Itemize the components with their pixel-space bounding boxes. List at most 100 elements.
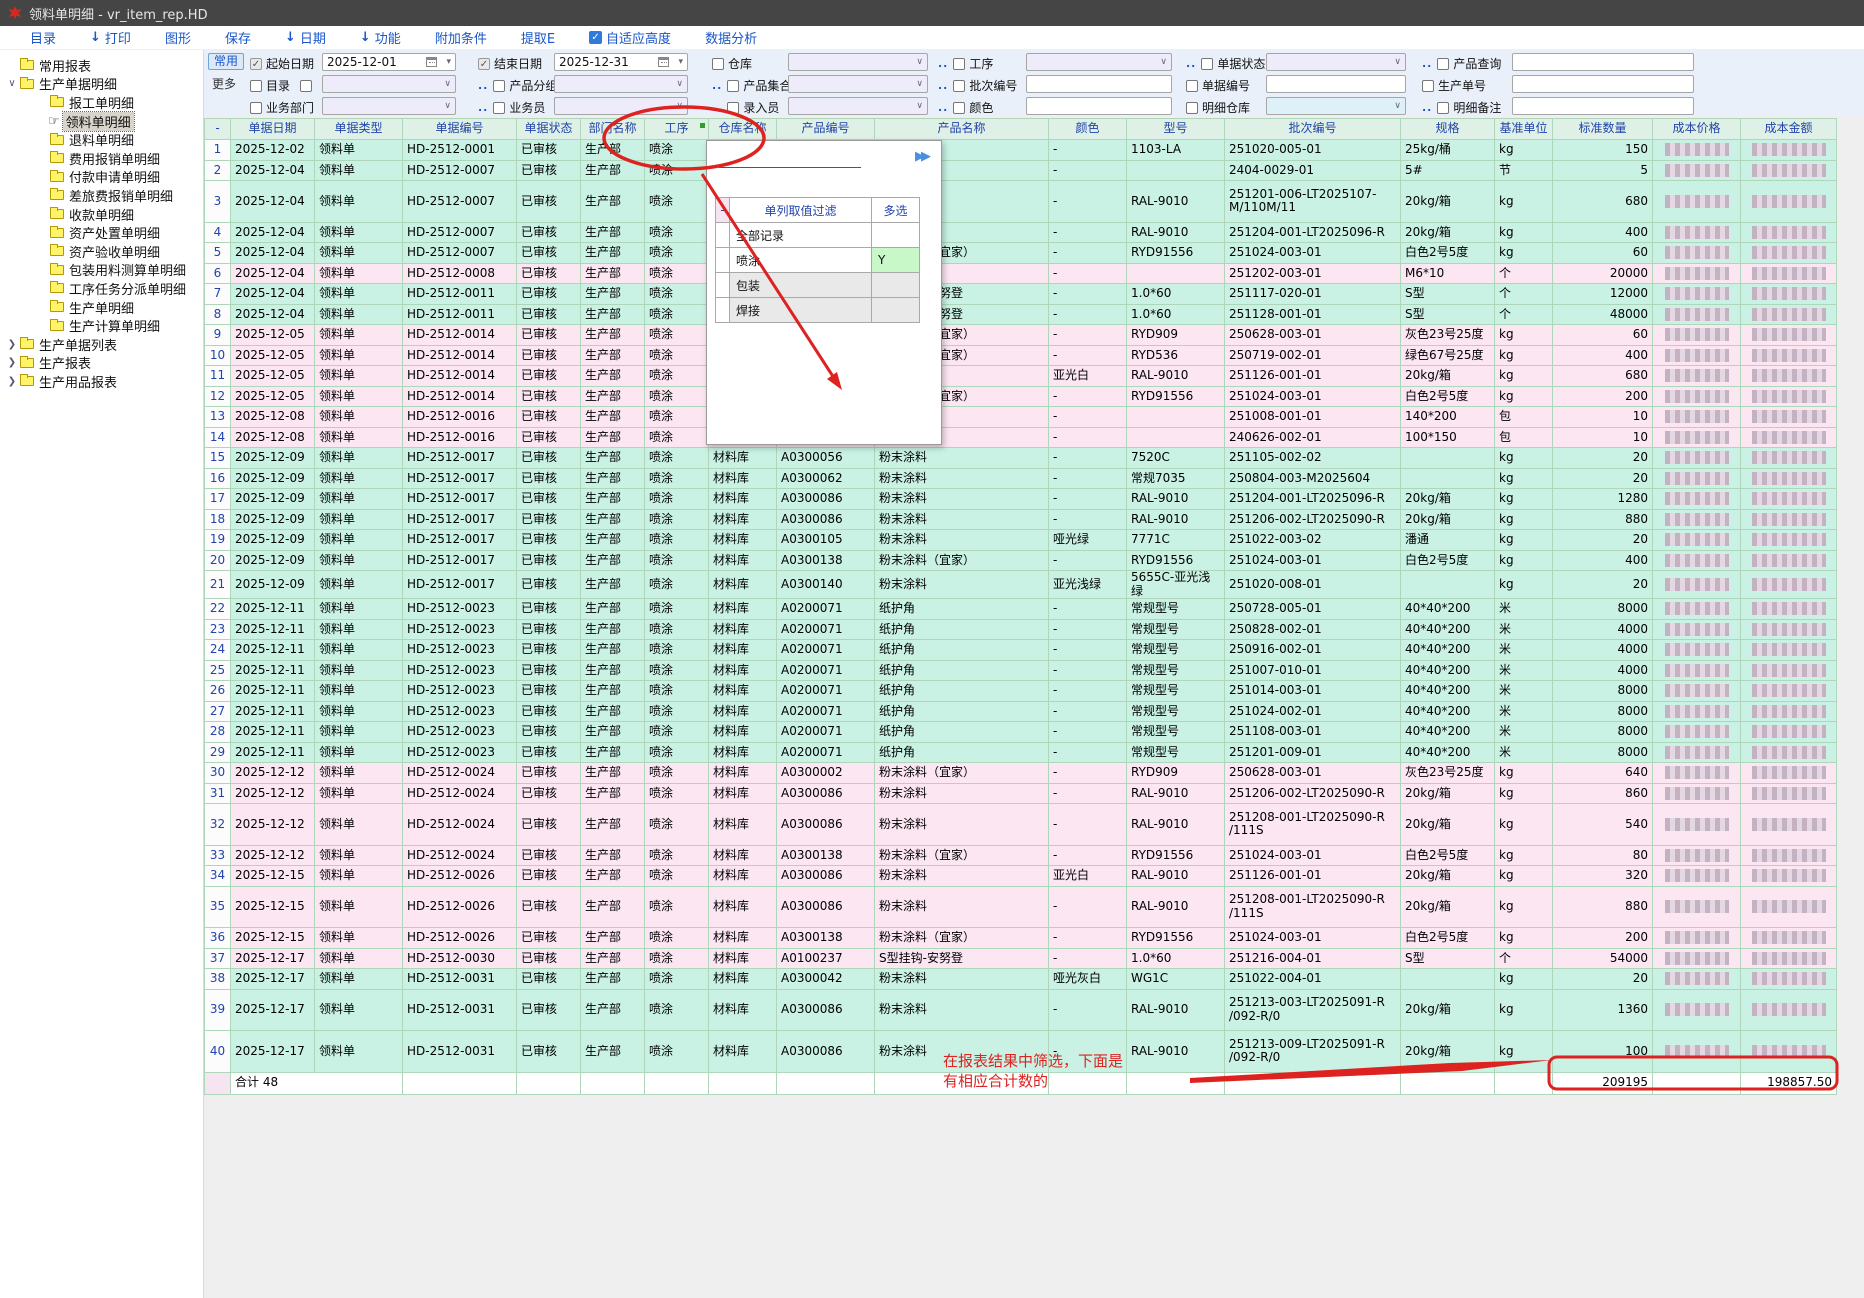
col-header-batch-no[interactable]: 批次编号 [1225,119,1401,140]
option-selected-flag[interactable] [872,298,920,323]
filter-input-batch-no[interactable] [1026,75,1172,93]
filter-checkbox-process[interactable] [953,58,965,70]
sidebar-item-17[interactable]: ❯生产用品报表 [0,372,203,391]
col-header-product-code[interactable]: 产品编号 [777,119,875,140]
table-row[interactable]: 322025-12-12领料单HD-2512-0024已审核生产部喷涂材料库A0… [205,804,1837,846]
filter-select-salesman[interactable]: ∨ [554,97,688,115]
table-row[interactable]: 262025-12-11领料单HD-2512-0023已审核生产部喷涂材料库A0… [205,681,1837,702]
sidebar-item-13[interactable]: 生产单明细 [0,298,203,317]
table-row[interactable]: 352025-12-15领料单HD-2512-0026已审核生产部喷涂材料库A0… [205,886,1837,928]
col-header-cost-amount[interactable]: 成本金额 [1741,119,1837,140]
table-row[interactable]: 272025-12-11领料单HD-2512-0023已审核生产部喷涂材料库A0… [205,701,1837,722]
filter-checkbox-product-group[interactable] [493,80,505,92]
sidebar-item-2[interactable]: 报工单明细 [0,93,203,112]
table-row[interactable]: 12025-12-02领料单HD-2512-0001已审核生产部喷涂-1103-… [205,140,1837,161]
option-label[interactable]: 焊接 [730,298,872,323]
sidebar-item-3[interactable]: ☞领料单明细 [0,112,203,131]
filter-checkbox-doc-status[interactable] [1201,58,1213,70]
filter-select-end-date[interactable]: 2025-12-31▾ [554,53,688,71]
calendar-icon[interactable] [426,57,437,67]
toolbar-item-功能[interactable]: ↓功能 [360,28,401,47]
toolbar-item-提取E[interactable]: 提取E [521,28,555,47]
option-selected-flag[interactable] [872,273,920,298]
filter-option-row-1[interactable]: 喷涂Y [716,248,920,273]
col-header-doc-date[interactable]: 单据日期 [231,119,315,140]
filter-input-product-query[interactable] [1512,53,1694,71]
table-row[interactable]: 252025-12-11领料单HD-2512-0023已审核生产部喷涂材料库A0… [205,660,1837,681]
dropdown-arrow-icon[interactable]: ∨ [916,101,923,111]
col-header-std-qty[interactable]: 标准数量 [1553,119,1653,140]
filter-input-doc-no[interactable] [1266,75,1406,93]
sidebar-item-0[interactable]: 常用报表 [0,56,203,75]
table-row[interactable]: 392025-12-17领料单HD-2512-0031已审核生产部喷涂材料库A0… [205,989,1837,1031]
popup-multi-select[interactable]: 多选 [872,198,920,223]
toolbar-item-日期[interactable]: ↓日期 [285,28,326,47]
filter-checkbox-warehouse[interactable] [712,58,724,70]
table-row[interactable]: 162025-12-09领料单HD-2512-0017已审核生产部喷涂材料库A0… [205,468,1837,489]
sidebar-item-14[interactable]: 生产计算单明细 [0,316,203,335]
filter-select-entry-clerk[interactable]: ∨ [788,97,928,115]
table-row[interactable]: 372025-12-17领料单HD-2512-0030已审核生产部喷涂材料库A0… [205,948,1837,969]
filter-select-biz-dept[interactable]: ∨ [322,97,456,115]
filter-checkbox-entry-clerk[interactable] [727,102,739,114]
dropdown-arrow-icon[interactable]: ∨ [676,79,683,89]
filter-checkbox-catalog[interactable] [250,80,262,92]
table-row[interactable]: 362025-12-15领料单HD-2512-0026已审核生产部喷涂材料库A0… [205,928,1837,949]
sidebar-item-15[interactable]: ❯生产单据列表 [0,335,203,354]
filter-option-row-2[interactable]: 包装 [716,273,920,298]
filter-select-doc-status[interactable]: ∨ [1266,53,1406,71]
option-label[interactable]: 全部记录 [730,223,872,248]
table-row[interactable]: 172025-12-09领料单HD-2512-0017已审核生产部喷涂材料库A0… [205,489,1837,510]
dropdown-arrow-icon[interactable]: ∨ [444,101,451,111]
table-row[interactable]: 122025-12-05领料单HD-2512-0014已审核生产部喷涂粉末涂料（… [205,386,1837,407]
dropdown-arrow-icon[interactable]: ▾ [678,57,683,67]
sidebar-item-1[interactable]: ∨生产单据明细 [0,75,203,94]
tree-chevron-icon[interactable]: ❯ [6,357,18,368]
sidebar-item-11[interactable]: 包装用料测算单明细 [0,261,203,280]
option-row-selector[interactable] [716,273,730,298]
filter-checkbox-end-date[interactable]: ✓ [478,58,490,70]
filter-select-process[interactable]: ∨ [1026,53,1172,71]
table-row[interactable]: 152025-12-09领料单HD-2512-0017已审核生产部喷涂材料库A0… [205,448,1837,469]
table-row[interactable]: 302025-12-12领料单HD-2512-0024已审核生产部喷涂材料库A0… [205,763,1837,784]
option-selected-flag[interactable]: Y [872,248,920,273]
sidebar-item-9[interactable]: 资产处置单明细 [0,223,203,242]
filter-checkbox-product-set[interactable] [727,80,739,92]
filter-checkbox-product-query[interactable] [1437,58,1449,70]
filter-checkbox-batch-no[interactable] [953,80,965,92]
dropdown-arrow-icon[interactable]: ∨ [1394,101,1401,111]
table-row[interactable]: 62025-12-04领料单HD-2512-0008已审核生产部喷涂-25120… [205,263,1837,284]
table-row[interactable]: 82025-12-04领料单HD-2512-0011已审核生产部喷涂S型挂钩-安… [205,304,1837,325]
sidebar-item-4[interactable]: 退料单明细 [0,130,203,149]
sidebar-item-16[interactable]: ❯生产报表 [0,354,203,373]
table-row[interactable]: 182025-12-09领料单HD-2512-0017已审核生产部喷涂材料库A0… [205,509,1837,530]
option-row-selector[interactable] [716,248,730,273]
col-header-doc-type[interactable]: 单据类型 [315,119,403,140]
sidebar-item-8[interactable]: 收款单明细 [0,205,203,224]
more-filters-button[interactable]: 更多 [212,75,236,92]
filter-input-color[interactable] [1026,97,1172,115]
table-row[interactable]: 52025-12-04领料单HD-2512-0007已审核生产部喷涂粉末涂料（宜… [205,243,1837,264]
common-filters-button[interactable]: 常用 [208,53,244,70]
auto-height-checkbox[interactable]: ✓ [589,31,602,44]
col-header-model[interactable]: 型号 [1127,119,1225,140]
toolbar-item-自适应高度[interactable]: ✓自适应高度 [589,28,671,47]
toolbar-item-保存[interactable]: 保存 [225,28,251,47]
table-row[interactable]: 312025-12-12领料单HD-2512-0024已审核生产部喷涂材料库A0… [205,783,1837,804]
sidebar-item-6[interactable]: 付款申请单明细 [0,168,203,187]
option-label[interactable]: 喷涂 [730,248,872,273]
dropdown-arrow-icon[interactable]: ∨ [1160,57,1167,67]
table-row[interactable]: 72025-12-04领料单HD-2512-0011已审核生产部喷涂S型挂钩-安… [205,284,1837,305]
col-header-doc-status[interactable]: 单据状态 [517,119,581,140]
filter-input-production-no[interactable] [1512,75,1694,93]
calendar-icon[interactable] [658,57,669,67]
tree-chevron-icon[interactable]: ❯ [6,339,18,350]
filter-option-row-3[interactable]: 焊接 [716,298,920,323]
table-row[interactable]: 332025-12-12领料单HD-2512-0024已审核生产部喷涂材料库A0… [205,845,1837,866]
table-row[interactable]: 112025-12-05领料单HD-2512-0014已审核生产部喷涂亚光白RA… [205,366,1837,387]
filter-select-detail-warehouse[interactable]: ∨ [1266,97,1406,115]
filter-checkbox-color[interactable] [953,102,965,114]
sidebar-item-5[interactable]: 费用报销单明细 [0,149,203,168]
filter-select-product-set[interactable]: ∨ [788,75,928,93]
filter-checkbox-doc-no[interactable] [1186,80,1198,92]
